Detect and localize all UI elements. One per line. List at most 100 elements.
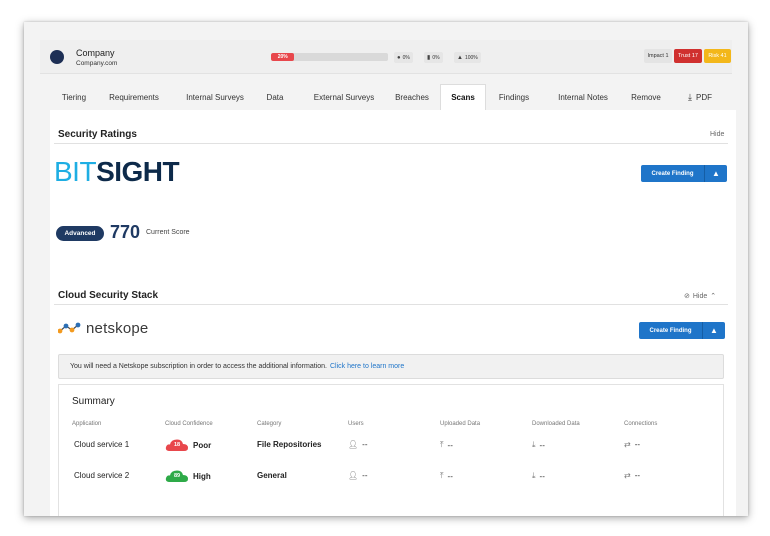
security-ratings-title: Security Ratings (58, 129, 137, 140)
swap-arrows-icon: ⇄ (624, 471, 631, 480)
chevron-up-icon: ⌃ (710, 293, 717, 300)
learn-more-link[interactable]: Click here to learn more (330, 363, 404, 370)
tab-findings[interactable]: Findings (492, 84, 536, 110)
impact-badge: Impact 1 (644, 49, 672, 63)
cloud-security-stack-title: Cloud Security Stack (58, 290, 159, 301)
netskope-logo: netskope (58, 319, 149, 337)
row-1-downloaded: ⤓ -- (532, 440, 545, 450)
tab-internal-surveys[interactable]: Internal Surveys (176, 84, 254, 110)
summary-title: Summary (72, 396, 115, 407)
download-icon: ⤓ (688, 91, 692, 102)
column-header-application: Application (72, 421, 102, 427)
column-header-downloaded-data: Downloaded Data (532, 421, 580, 427)
row-1-connections: ⇄ -- (624, 440, 640, 449)
stat-dot: ● 0% (394, 52, 413, 63)
tab-internal-notes[interactable]: Internal Notes (550, 84, 616, 110)
row-1-users-value: -- (362, 440, 368, 449)
stat-file: ▮ 0% (424, 52, 443, 63)
row-1-users: 👤︎ -- (348, 440, 367, 449)
subscription-notice: You will need a Netskope subscription in… (58, 354, 724, 379)
tab-tiering[interactable]: Tiering (52, 84, 96, 110)
row-2-connections: ⇄ -- (624, 471, 640, 480)
progress-fill: 20% (271, 53, 295, 61)
row-1-category: File Repositories (257, 440, 322, 449)
row-2-confidence-score: 89 (173, 473, 181, 479)
column-header-uploaded-data: Uploaded Data (440, 421, 481, 427)
progress-label: 20% (277, 54, 288, 60)
rating-level-badge: Advanced (56, 226, 104, 241)
company-name: Company (76, 48, 115, 58)
tab-remove[interactable]: Remove (626, 84, 666, 110)
create-finding-button-bitsight[interactable]: Create Finding ▲ (641, 165, 727, 182)
row-1-uploaded: ⤒ -- (440, 440, 453, 450)
warning-icon: ▲ (457, 54, 463, 61)
app-window: Company Company.com 20% ● 0% ▮ 0% ▲ 100%… (24, 22, 748, 516)
create-finding-button-netskope[interactable]: Create Finding ▲ (639, 322, 725, 339)
upload-icon: ⤒ (440, 471, 444, 480)
row-1-uploaded-value: -- (447, 440, 453, 450)
row-1-connections-value: -- (634, 440, 641, 449)
section-divider (54, 143, 728, 144)
row-1-downloaded-value: -- (539, 440, 545, 450)
row-2-users-value: -- (362, 471, 368, 480)
tab-requirements[interactable]: Requirements (102, 84, 166, 110)
tab-external-surveys[interactable]: External Surveys (304, 84, 384, 110)
warning-icon: ▲ (710, 326, 718, 335)
company-domain: Company.com (76, 60, 118, 67)
tab-breaches[interactable]: Breaches (390, 84, 434, 110)
netskope-logo-text: netskope (86, 319, 149, 337)
file-icon: ▮ (427, 55, 431, 61)
swap-arrows-icon: ⇄ (624, 440, 631, 449)
column-header-connections: Connections (624, 421, 658, 427)
stat-warning-value: 100% (464, 54, 478, 61)
row-2-confidence: 89 High (165, 469, 211, 483)
section-divider (54, 304, 728, 305)
row-2-downloaded: ⤓ -- (532, 471, 545, 481)
create-finding-label: Create Finding (649, 327, 692, 334)
row-2-downloaded-value: -- (539, 471, 545, 481)
netskope-mark-icon (58, 322, 81, 334)
tab-bar: Tiering Requirements Internal Surveys Da… (40, 84, 732, 110)
notice-text: You will need a Netskope subscription in… (70, 363, 327, 370)
security-score-label: Current Score (146, 229, 190, 236)
row-1-confidence-score: 18 (173, 442, 181, 448)
tab-pdf[interactable]: ⤓ PDF (680, 84, 720, 110)
warning-icon: ▲ (712, 169, 720, 178)
row-2-category: General (257, 471, 287, 480)
row-1-confidence: 18 Poor (165, 438, 211, 452)
download-icon: ⤓ (532, 440, 536, 449)
bitsight-logo: BITSIGHT (54, 156, 180, 188)
security-ratings-hide-link[interactable]: Hide (710, 131, 724, 138)
upload-icon: ⤒ (440, 440, 444, 449)
dot-icon: ● (397, 54, 401, 61)
row-2-uploaded-value: -- (447, 471, 453, 481)
column-header-cloud-confidence: Cloud Confidence (165, 421, 213, 427)
progress-bar: 20% (271, 53, 388, 61)
user-icon: 👤︎ (348, 440, 359, 449)
bitsight-logo-bit: BIT (54, 156, 97, 187)
user-icon: 👤︎ (348, 471, 359, 480)
cloud-stack-hide-label: Hide (692, 292, 708, 300)
trust-badge: Trust 17 (674, 49, 702, 63)
column-header-users: Users (348, 421, 364, 427)
stat-dot-value: 0% (402, 54, 410, 61)
row-2-application[interactable]: Cloud service 2 (74, 471, 129, 480)
eye-slash-icon: ⊘ (684, 293, 690, 300)
row-2-connections-value: -- (634, 471, 641, 480)
tab-scans[interactable]: Scans (440, 84, 486, 110)
row-2-confidence-label: High (193, 471, 211, 481)
create-finding-label: Create Finding (651, 170, 694, 177)
stat-warning: ▲ 100% (454, 52, 481, 63)
cloud-high-icon: 89 (165, 469, 189, 483)
tab-data[interactable]: Data (260, 84, 290, 110)
row-2-uploaded: ⤒ -- (440, 471, 453, 481)
cloud-stack-hide-link[interactable]: ⊘ Hide ⌃ (684, 292, 717, 301)
download-icon: ⤓ (532, 471, 536, 480)
row-1-confidence-label: Poor (193, 440, 212, 450)
stat-file-value: 0% (432, 54, 440, 61)
risk-badge: Risk 41 (704, 49, 731, 63)
company-avatar (50, 50, 64, 64)
tab-pdf-label: PDF (695, 92, 712, 102)
cloud-poor-icon: 18 (165, 438, 189, 452)
row-1-application[interactable]: Cloud service 1 (74, 440, 129, 449)
